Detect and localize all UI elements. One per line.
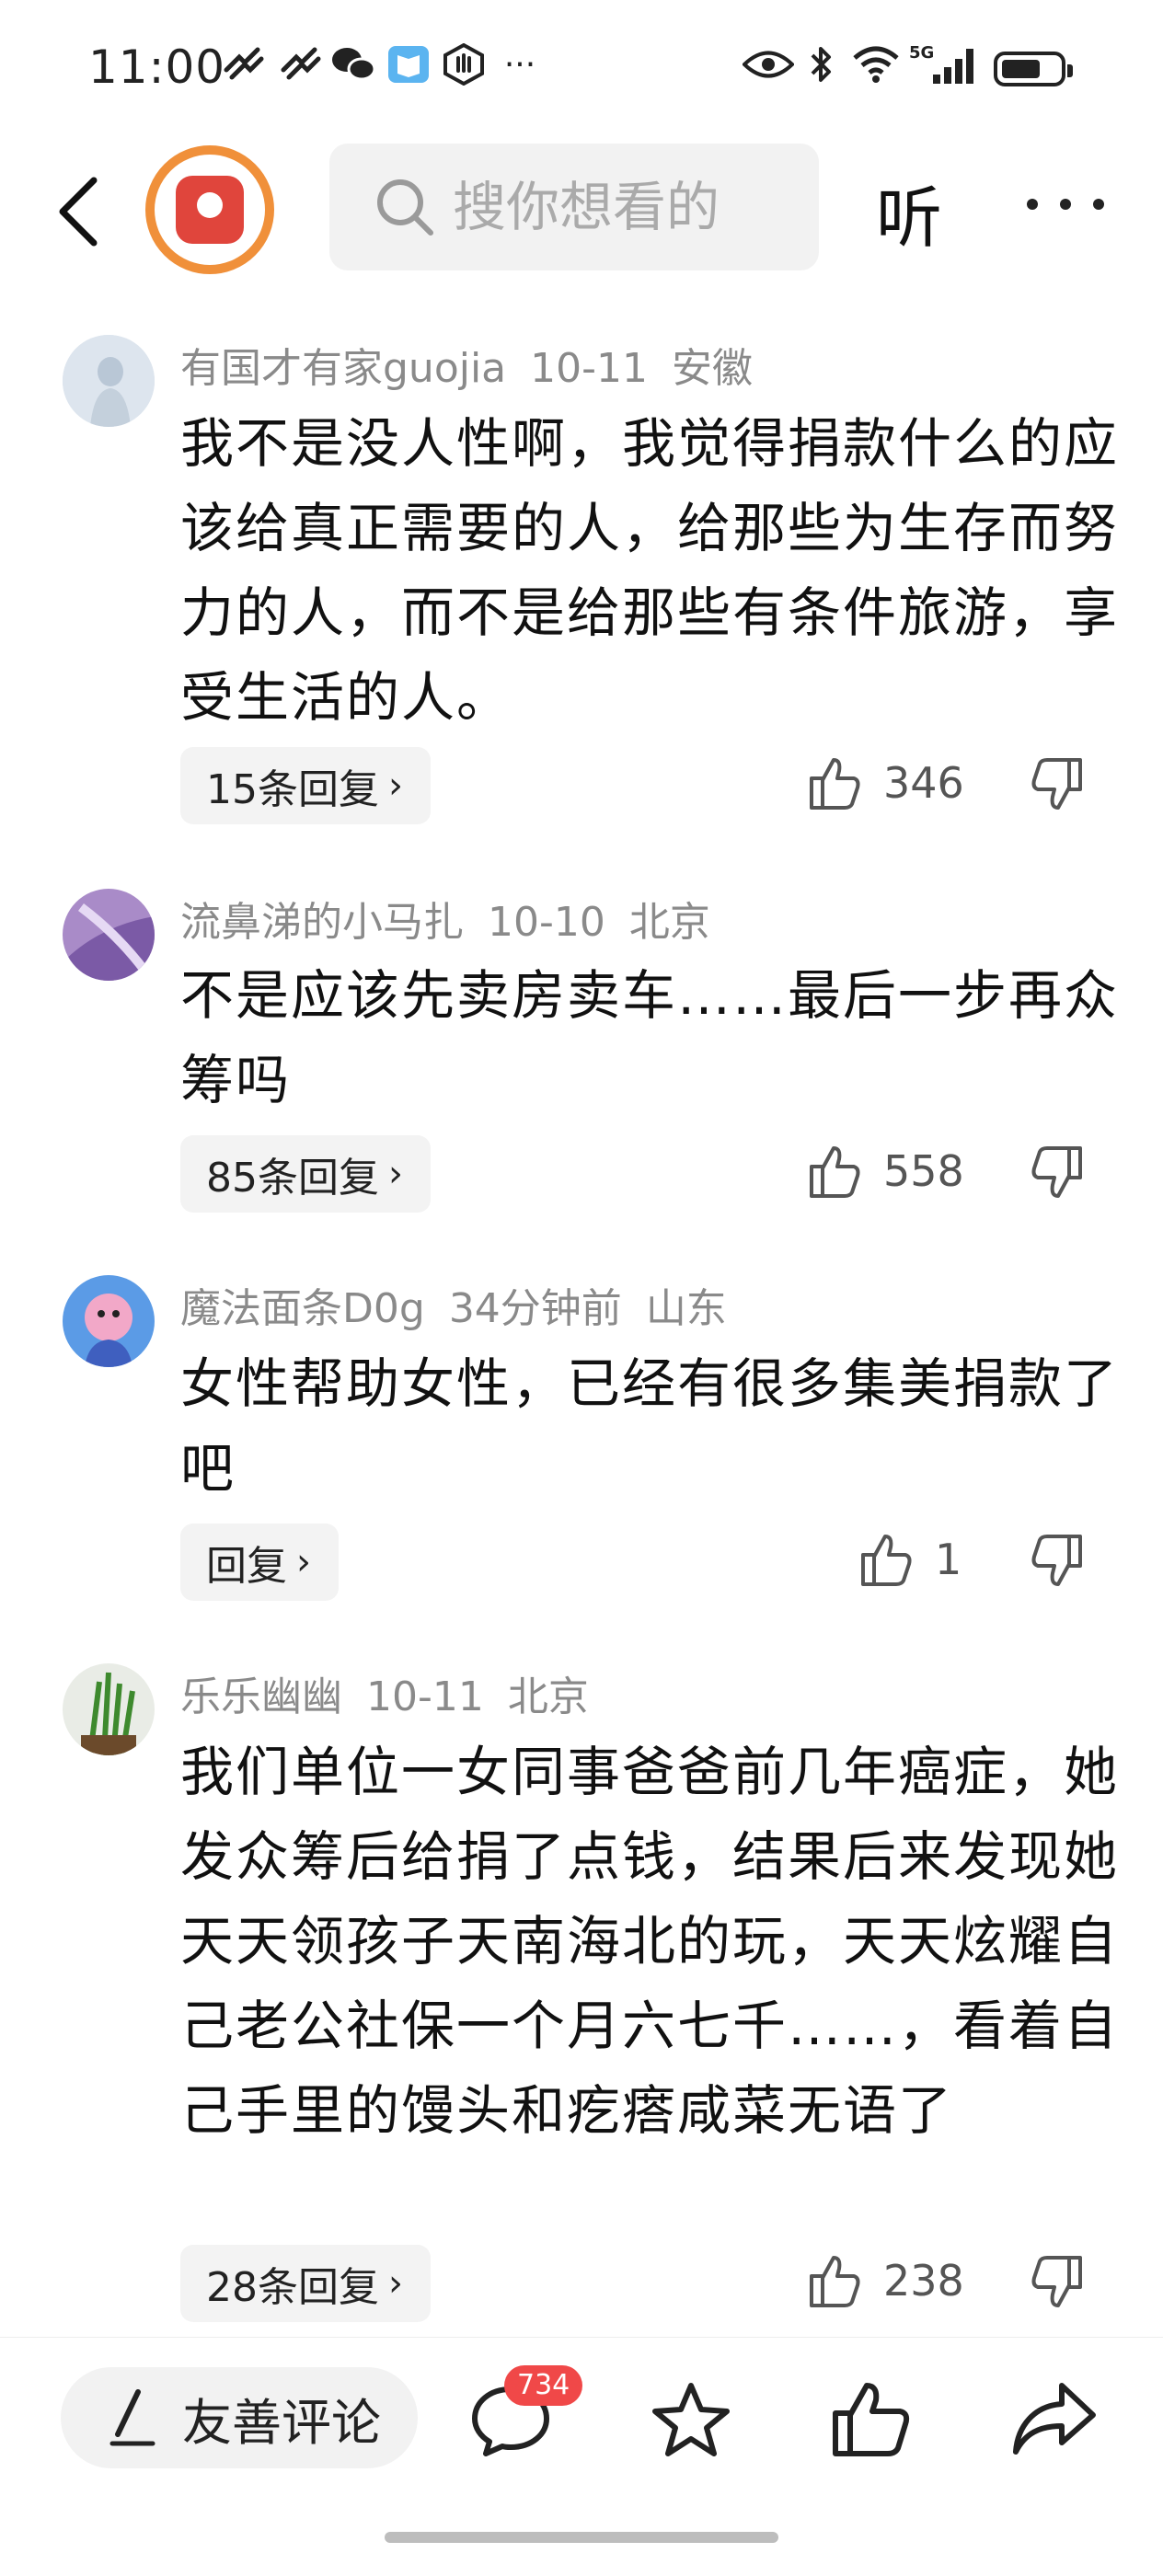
like-button[interactable]: 558: [808, 1143, 964, 1200]
status-time: 11:00: [88, 40, 226, 94]
star-icon[interactable]: [650, 2380, 732, 2463]
search-box[interactable]: [329, 144, 819, 270]
comment-text: 我们单位一女同事爸爸前几年癌症，她发众筹后给捐了点钱，结果后来发现她天天领孩子天…: [180, 1741, 1120, 2142]
avatar[interactable]: [63, 1663, 155, 1755]
thumbs-up-icon: [810, 2256, 860, 2307]
avatar[interactable]: [63, 889, 155, 981]
username[interactable]: 乐乐幽幽: [180, 1673, 342, 1720]
username[interactable]: 流鼻涕的小马扎: [180, 899, 464, 946]
comment-location: 北京: [507, 1673, 589, 1720]
reply-button[interactable]: 回复 ›: [180, 1524, 339, 1601]
thumbs-down-icon: [1031, 2256, 1082, 2307]
like-button[interactable]: 238: [808, 2252, 964, 2309]
pen-icon: [109, 2389, 155, 2446]
comment-date: 10-11: [530, 345, 649, 392]
like-count: 1: [935, 1535, 962, 1584]
chevron-right-icon: ›: [388, 1153, 403, 1195]
comment-text: 我不是没人性啊，我觉得捐款什么的应该给真正需要的人，给那些为生存而努力的人，而不…: [180, 412, 1120, 729]
avatar[interactable]: [63, 1275, 155, 1367]
reply-count-label: 15条回复: [206, 766, 379, 813]
dislike-button[interactable]: [1031, 1144, 1084, 1205]
thumbs-down-icon: [1031, 1146, 1082, 1198]
reply-count-label: 28条回复: [206, 2264, 379, 2311]
thumbs-down-icon: [1031, 758, 1082, 810]
thumbs-up-icon: [810, 1146, 860, 1198]
comment-meta: 乐乐幽幽 10-11 北京: [180, 1663, 613, 1722]
home-indicator[interactable]: [385, 2532, 778, 2543]
more-notifications-icon: ···: [503, 45, 536, 84]
bottom-action-bar: 友善评论 734: [0, 2337, 1163, 2503]
battery-icon: [994, 52, 1073, 86]
status-bar: 11:00 ··· 5G: [0, 0, 1163, 138]
comment-composer[interactable]: 友善评论: [61, 2367, 418, 2468]
hand-icon: [440, 43, 488, 86]
view-replies-button[interactable]: 85条回复 ›: [180, 1135, 431, 1213]
composer-label: 友善评论: [182, 2393, 381, 2452]
view-replies-button[interactable]: 28条回复 ›: [180, 2245, 431, 2322]
reply-label: 回复: [206, 1543, 287, 1590]
svg-text:5G: 5G: [909, 43, 934, 63]
comment-date: 34分钟前: [448, 1285, 622, 1332]
comment-meta: 魔法面条D0g 34分钟前 山东: [180, 1275, 751, 1334]
app-logo[interactable]: [145, 145, 274, 274]
thumbs-down-icon: [1031, 1535, 1082, 1586]
comment-text: 女性帮助女性，已经有很多集美捐款了吧: [180, 1352, 1120, 1500]
like-count: 238: [883, 2256, 964, 2306]
dislike-button[interactable]: [1031, 756, 1084, 817]
comment-count-badge: 734: [504, 2365, 583, 2406]
app-notify-icon: [278, 44, 324, 85]
wechat-notify-icon: [221, 44, 267, 85]
thumbs-up-icon: [861, 1535, 912, 1586]
comment-location: 北京: [628, 899, 710, 946]
comment-location: 安徽: [672, 345, 754, 392]
chevron-left-icon: [59, 177, 98, 247]
eye-icon: [742, 44, 795, 85]
comment-date: 10-11: [366, 1673, 484, 1720]
search-input[interactable]: [453, 176, 766, 238]
cellular-signal-icon: 5G: [909, 43, 983, 85]
more-options-icon[interactable]: [1027, 186, 1104, 223]
avatar[interactable]: [63, 335, 155, 427]
like-count: 558: [883, 1146, 964, 1196]
book-app-icon: [385, 44, 432, 85]
username[interactable]: 有国才有家guojia: [180, 345, 506, 392]
comment-text: 不是应该先卖房卖车……最后一步再众筹吗: [180, 964, 1120, 1111]
chevron-right-icon: ›: [388, 765, 403, 807]
chevron-right-icon: ›: [388, 2262, 403, 2305]
like-button[interactable]: 1: [859, 1531, 961, 1588]
wifi-icon: [848, 44, 904, 85]
reply-count-label: 85条回复: [206, 1155, 379, 1202]
comment-meta: 流鼻涕的小马扎 10-10 北京: [180, 889, 734, 948]
thumbs-up-icon[interactable]: [830, 2380, 913, 2463]
dislike-button[interactable]: [1031, 1533, 1084, 1593]
thumbs-up-icon: [810, 758, 860, 810]
top-nav: 听: [0, 138, 1163, 276]
listen-button[interactable]: 听: [876, 164, 942, 260]
wechat-icon: [329, 44, 377, 85]
red-packet-icon: [176, 176, 244, 244]
back-button[interactable]: [53, 175, 109, 248]
comment-date: 10-10: [488, 899, 605, 946]
like-count: 346: [883, 758, 964, 808]
dislike-button[interactable]: [1031, 2254, 1084, 2315]
username[interactable]: 魔法面条D0g: [180, 1285, 425, 1332]
chevron-right-icon: ›: [296, 1541, 311, 1583]
search-icon: [377, 179, 433, 236]
comment-location: 山东: [645, 1285, 727, 1332]
share-icon[interactable]: [1010, 2380, 1099, 2463]
like-button[interactable]: 346: [808, 754, 964, 811]
view-replies-button[interactable]: 15条回复 ›: [180, 747, 431, 824]
comment-meta: 有国才有家guojia 10-11 安徽: [180, 335, 777, 394]
bluetooth-icon: [802, 44, 839, 85]
